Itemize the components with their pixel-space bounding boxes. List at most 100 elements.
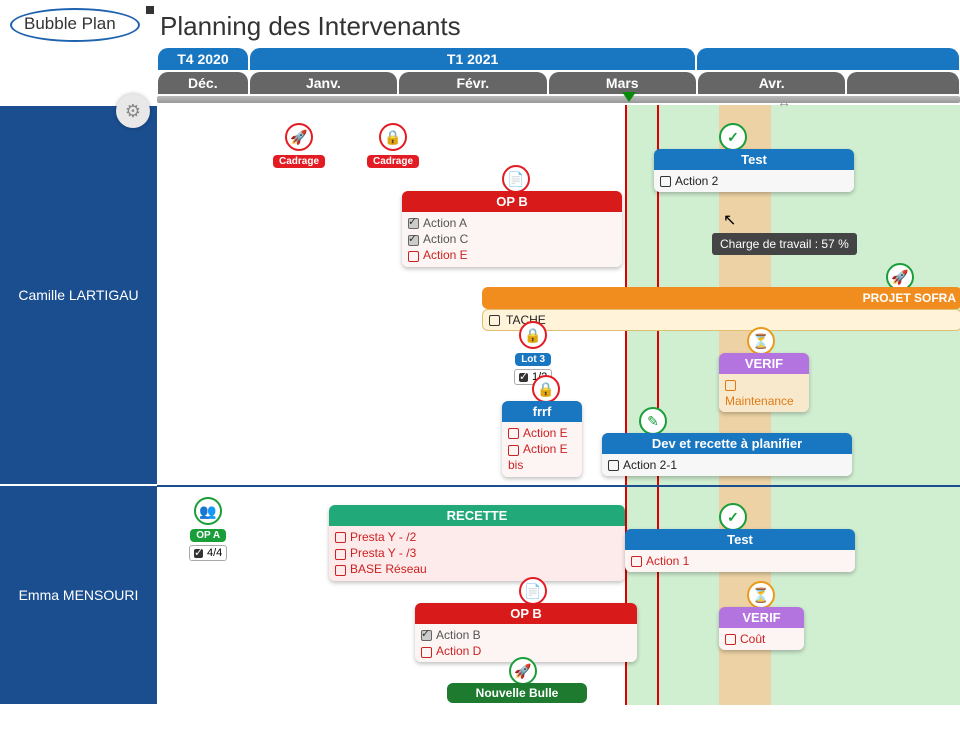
task-item[interactable]: BASE Réseau (335, 561, 619, 577)
milestone-label: Cadrage (367, 155, 419, 168)
milestone-opb[interactable]: 📄 (519, 577, 547, 605)
task-item[interactable]: Action 2-1 (608, 457, 846, 473)
month[interactable]: Déc. (158, 72, 248, 94)
month[interactable]: Mars (549, 72, 696, 94)
task-item[interactable]: Presta Y - /2 (335, 529, 619, 545)
people-icon: 👥 (194, 497, 222, 525)
lock-icon: 🔒 (532, 375, 560, 403)
edit-icon: ✎ (639, 407, 667, 435)
card-frrf[interactable]: frrf Action E Action E bis (502, 401, 582, 477)
milestone-test[interactable]: ✓ (719, 123, 747, 151)
quarter[interactable]: T1 2021 (250, 48, 695, 70)
card-body: Action E Action E bis (502, 422, 582, 477)
milestone-label: Cadrage (273, 155, 325, 168)
card-body: Coût (719, 628, 804, 650)
card-title: OP B (402, 191, 622, 212)
month[interactable]: Avr. (698, 72, 845, 94)
card-test[interactable]: Test Action 1 (625, 529, 855, 572)
row-separator (157, 485, 960, 487)
milestone-opb[interactable]: 📄 (502, 165, 530, 193)
task-item[interactable]: Maintenance (725, 377, 803, 409)
task-item[interactable]: Action C (408, 231, 616, 247)
milestone-dev[interactable]: ✎ (639, 407, 667, 435)
task-item[interactable]: Presta Y - /3 (335, 545, 619, 561)
bar-tache[interactable]: TACHE (482, 309, 960, 331)
milestone-frrf[interactable]: 🔒 (532, 375, 560, 403)
document-icon: 📄 (519, 577, 547, 605)
milestone-opa[interactable]: 👥 OP A 4/4 (189, 497, 227, 561)
card-opb[interactable]: OP B Action B Action D (415, 603, 637, 662)
month[interactable]: Janv. (250, 72, 397, 94)
milestone-count: 4/4 (189, 545, 227, 561)
bar-nouvelle-bulle[interactable]: Nouvelle Bulle (447, 683, 587, 703)
card-body: Presta Y - /2 Presta Y - /3 BASE Réseau (329, 526, 625, 581)
month[interactable]: Févr. (399, 72, 546, 94)
lock-icon: 🔒 (379, 123, 407, 151)
card-body: Maintenance (719, 374, 809, 412)
check-icon: ✓ (719, 503, 747, 531)
task-item[interactable]: Action A (408, 215, 616, 231)
workload-tooltip: Charge de travail : 57 % (712, 233, 857, 255)
logo-text: Bubble Plan (24, 14, 116, 34)
card-test[interactable]: Test Action 2 (654, 149, 854, 192)
card-title: VERIF (719, 353, 809, 374)
task-item[interactable]: Coût (725, 631, 798, 647)
task-item[interactable]: Action 2 (660, 173, 848, 189)
quarter-row: T4 2020 T1 2021 (157, 48, 960, 70)
page-title: Planning des Intervenants (160, 11, 461, 42)
rocket-icon: 🚀 (509, 657, 537, 685)
card-body: Action 1 (625, 550, 855, 572)
card-body: Action A Action C Action E (402, 212, 622, 267)
card-title: OP B (415, 603, 637, 624)
milestone-verif[interactable]: ⏳ (747, 581, 775, 609)
today-marker-icon[interactable] (622, 92, 636, 102)
task-item[interactable]: Action E bis (508, 441, 576, 473)
logo: Bubble Plan (10, 8, 150, 44)
card-title: VERIF (719, 607, 804, 628)
month-row: Déc. Janv. Févr. Mars Avr. (157, 72, 960, 94)
gantt-canvas[interactable]: 🚀 Cadrage 🔒 Cadrage ✓ Test Action 2 📄 OP… (157, 105, 960, 705)
milestone-label: Lot 3 (515, 353, 551, 366)
timeline: T4 2020 T1 2021 Déc. Janv. Févr. Mars Av… (157, 48, 960, 103)
month[interactable] (847, 72, 959, 94)
milestone-test[interactable]: ✓ (719, 503, 747, 531)
card-dev-recette[interactable]: Dev et recette à planifier Action 2-1 (602, 433, 852, 476)
person-row[interactable]: Camille LARTIGAU (0, 105, 157, 485)
card-title: Test (625, 529, 855, 550)
cursor-icon: ↖ (723, 210, 736, 230)
card-recette[interactable]: RECETTE Presta Y - /2 Presta Y - /3 BASE… (329, 505, 625, 581)
milestone-nouvelle[interactable]: 🚀 (509, 657, 537, 685)
card-title: frrf (502, 401, 582, 422)
card-opb[interactable]: OP B Action A Action C Action E (402, 191, 622, 267)
hourglass-icon: ⏳ (747, 581, 775, 609)
marker-line (657, 105, 659, 705)
milestone-cadrage[interactable]: 🔒 Cadrage (367, 123, 419, 169)
card-title: Dev et recette à planifier (602, 433, 852, 454)
card-body: Action 2 (654, 170, 854, 192)
card-body: Action 2-1 (602, 454, 852, 476)
bar-projet-sofra[interactable]: PROJET SOFRA (482, 287, 960, 309)
person-row[interactable]: Emma MENSOURI (0, 485, 157, 705)
check-icon: ✓ (719, 123, 747, 151)
people-sidebar: Camille LARTIGAU Emma MENSOURI (0, 105, 157, 705)
app-header: Bubble Plan Planning des Intervenants (0, 0, 960, 48)
lock-icon: 🔒 (519, 321, 547, 349)
quarter[interactable]: T4 2020 (158, 48, 248, 70)
quarter[interactable] (697, 48, 959, 70)
milestone-verif[interactable]: ⏳ (747, 327, 775, 355)
task-item[interactable]: Action E (508, 425, 576, 441)
card-verif[interactable]: VERIF Coût (719, 607, 804, 650)
gear-icon: ⚙ (125, 101, 141, 122)
task-item[interactable]: Action 1 (631, 553, 849, 569)
document-icon: 📄 (502, 165, 530, 193)
task-item[interactable]: Action B (421, 627, 631, 643)
task-item[interactable]: Action E (408, 247, 616, 263)
time-ruler[interactable]: ↔ (157, 96, 960, 103)
card-verif[interactable]: VERIF Maintenance (719, 353, 809, 412)
milestone-cadrage[interactable]: 🚀 Cadrage (273, 123, 325, 169)
card-title: Test (654, 149, 854, 170)
body-area: Camille LARTIGAU Emma MENSOURI 🚀 Cadrage… (0, 105, 960, 705)
settings-button[interactable]: ⚙ (116, 94, 150, 128)
card-title: RECETTE (329, 505, 625, 526)
rocket-icon: 🚀 (285, 123, 313, 151)
